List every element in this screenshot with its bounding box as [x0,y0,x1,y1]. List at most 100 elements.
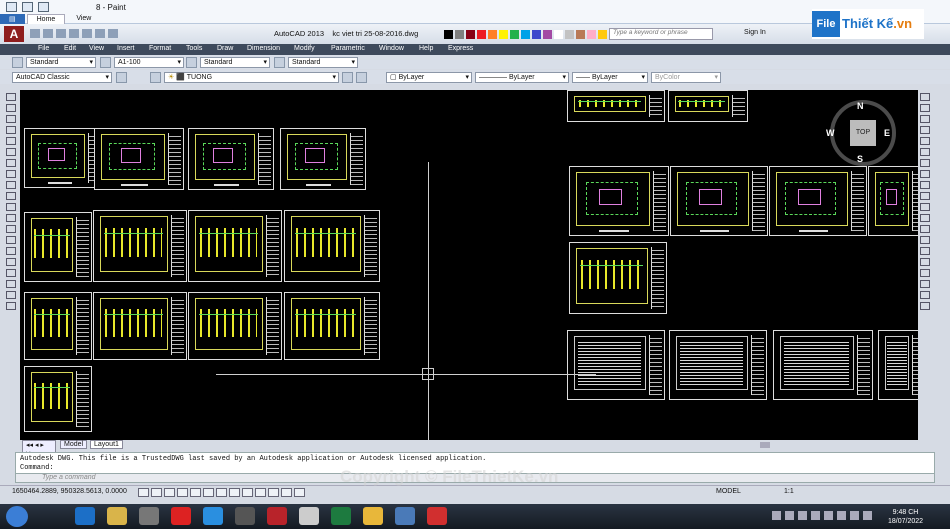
insert-block-icon[interactable] [6,214,16,222]
workspace-settings-icon[interactable] [116,72,127,83]
application-menu-button[interactable]: A [4,26,24,42]
media-icon[interactable] [139,507,159,525]
region-icon[interactable] [6,269,16,277]
join-icon[interactable] [920,225,930,233]
saveas-icon[interactable] [69,29,79,38]
construction-line-icon[interactable] [6,104,16,112]
tab-layout1[interactable]: Layout1 [90,440,123,449]
dim-style-select[interactable]: A1-100 [114,57,184,68]
tray-arrow-icon[interactable] [772,511,781,520]
tray-app-icon[interactable] [824,511,833,520]
menu-help[interactable]: Help [419,45,433,52]
model-space-label[interactable]: MODEL [716,488,741,495]
mtext-icon[interactable] [6,291,16,299]
viewcube-top[interactable]: TOP [850,120,876,146]
save-icon[interactable] [56,29,66,38]
viewcube-west[interactable]: W [826,128,835,138]
ortho-icon[interactable] [164,488,175,497]
make-block-icon[interactable] [6,225,16,233]
annotation-scale[interactable]: 1:1 [784,488,794,495]
network-app-icon[interactable] [395,507,415,525]
rotate-icon[interactable] [920,159,930,167]
lineweight-select[interactable]: —— ByLayer [572,72,648,83]
volume-icon[interactable] [850,511,859,520]
copy-icon[interactable] [920,104,930,112]
draworder-icon[interactable] [920,291,930,299]
polyline-icon[interactable] [6,115,16,123]
grid-icon[interactable] [151,488,162,497]
transparency-icon[interactable] [268,488,279,497]
tab-model[interactable]: Model [60,440,88,449]
layer-tools-icon[interactable] [920,280,930,288]
blend-icon[interactable] [920,258,930,266]
polygon-icon[interactable] [6,126,16,134]
polar-icon[interactable] [177,488,188,497]
sign-in-link[interactable]: Sign In [744,29,766,36]
chrome-icon[interactable] [363,507,383,525]
menu-format[interactable]: Format [149,45,171,52]
properties-icon[interactable] [920,302,930,310]
color-select[interactable]: ▢ ByLayer [386,72,472,83]
menu-tools[interactable]: Tools [186,45,202,52]
menu-express[interactable]: Express [448,45,473,52]
zalo-icon[interactable] [203,507,223,525]
layer-properties-icon[interactable] [150,72,161,83]
autocad-icon[interactable] [267,507,287,525]
menu-modify[interactable]: Modify [294,45,315,52]
offset-icon[interactable] [920,126,930,134]
chamfer-icon[interactable] [920,236,930,244]
array-icon[interactable] [920,137,930,145]
circle-icon[interactable] [6,159,16,167]
text-style-icon[interactable] [12,57,23,68]
mleader-style-icon[interactable] [274,57,285,68]
line-icon[interactable] [6,93,16,101]
add-selected-icon[interactable] [6,302,16,310]
otrack-icon[interactable] [216,488,227,497]
ie-icon[interactable] [75,507,95,525]
table-style-select[interactable]: Standard [200,57,270,68]
table-icon[interactable] [6,280,16,288]
menu-dimension[interactable]: Dimension [247,45,280,52]
erase-icon[interactable] [920,93,930,101]
new-icon[interactable] [30,29,40,38]
horizontal-scrollbar[interactable] [760,442,770,448]
lineweight-icon[interactable] [255,488,266,497]
text-style-select[interactable]: Standard [26,57,96,68]
viewcube-north[interactable]: N [857,101,864,111]
menu-window[interactable]: Window [379,45,404,52]
search-input[interactable]: Type a keyword or phrase [609,28,713,40]
open-icon[interactable] [43,29,53,38]
hatch-icon[interactable] [6,247,16,255]
workspace-select[interactable]: AutoCAD Classic [12,72,112,83]
stretch-icon[interactable] [920,181,930,189]
undo-icon[interactable] [95,29,105,38]
viewcube-south[interactable]: S [857,154,863,164]
extend-icon[interactable] [920,203,930,211]
tray-app-icon[interactable] [811,511,820,520]
menu-insert[interactable]: Insert [117,45,135,52]
break-icon[interactable] [920,214,930,222]
tray-app-icon[interactable] [785,511,794,520]
drawing-canvas[interactable]: TOP N S E W [20,90,918,440]
scale-icon[interactable] [920,170,930,178]
selection-cycling-icon[interactable] [294,488,305,497]
ellipse-icon[interactable] [6,192,16,200]
language-icon[interactable] [863,511,872,520]
move-icon[interactable] [920,148,930,156]
osnap-icon[interactable] [190,488,201,497]
menu-view[interactable]: View [89,45,104,52]
dim-style-icon[interactable] [100,57,111,68]
excel-icon[interactable] [331,507,351,525]
menu-file[interactable]: File [38,45,49,52]
explode-icon[interactable] [920,269,930,277]
spline-icon[interactable] [6,181,16,189]
fillet-icon[interactable] [920,247,930,255]
layer-select[interactable]: ☀ ⬛ TUONG [164,72,339,83]
rectangle-icon[interactable] [6,137,16,145]
redo-icon[interactable] [108,29,118,38]
gradient-icon[interactable] [6,258,16,266]
plot-icon[interactable] [82,29,92,38]
file-explorer-icon[interactable] [107,507,127,525]
dyn-icon[interactable] [242,488,253,497]
3dosnap-icon[interactable] [203,488,214,497]
